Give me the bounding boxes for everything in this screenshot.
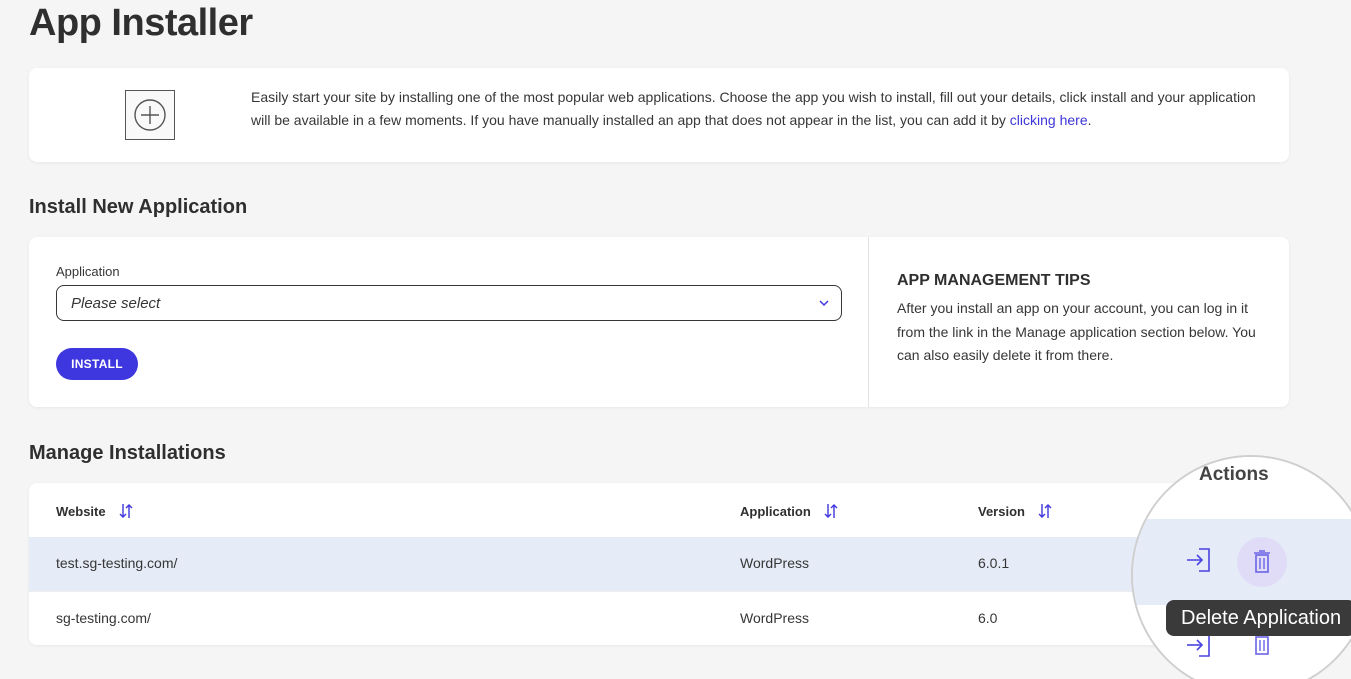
intro-text: Easily start your site by installing one… xyxy=(251,86,1261,132)
column-label-application: Application xyxy=(740,503,811,519)
version-cell: 6.0 xyxy=(978,610,998,626)
website-cell: test.sg-testing.com/ xyxy=(56,555,178,571)
application-select[interactable]: Please select xyxy=(56,285,842,321)
manage-section-title: Manage Installations xyxy=(29,442,226,464)
chevron-down-icon xyxy=(819,300,829,307)
table-row: test.sg-testing.com/ WordPress 6.0.1 xyxy=(29,537,1315,591)
intro-card: Easily start your site by installing one… xyxy=(29,68,1289,162)
column-header-application[interactable]: Application xyxy=(740,502,839,520)
tips-title: APP MANAGEMENT TIPS xyxy=(897,272,1091,289)
sort-icon[interactable] xyxy=(118,502,134,520)
intro-description: Easily start your site by installing one… xyxy=(251,89,1256,128)
installations-table: Website Application Version test.sg-test… xyxy=(29,483,1315,645)
application-field-label: Application xyxy=(56,264,120,279)
intro-text-end: . xyxy=(1087,112,1092,128)
page-title: App Installer xyxy=(29,2,253,44)
sort-icon[interactable] xyxy=(823,502,839,520)
column-label-actions: Actions xyxy=(1199,464,1269,485)
install-button[interactable]: INSTALL xyxy=(56,348,138,380)
sort-icon[interactable] xyxy=(1037,502,1053,520)
application-cell: WordPress xyxy=(740,610,809,626)
install-card: Application Please select INSTALL APP MA… xyxy=(29,237,1289,407)
column-label-version: Version xyxy=(978,503,1025,519)
column-header-website[interactable]: Website xyxy=(56,502,134,520)
delete-tooltip: Delete Application xyxy=(1166,600,1351,636)
table-row: sg-testing.com/ WordPress 6.0 xyxy=(29,591,1315,645)
version-cell: 6.0.1 xyxy=(978,555,1010,571)
column-label-website: Website xyxy=(56,503,106,519)
install-form: Application Please select INSTALL xyxy=(29,237,869,407)
actions-header: Actions xyxy=(1133,457,1351,519)
plus-circle-icon xyxy=(125,90,175,140)
login-icon[interactable] xyxy=(1183,545,1213,575)
application-cell: WordPress xyxy=(740,555,809,571)
tips-text: After you install an app on your account… xyxy=(897,300,1256,363)
install-section-title: Install New Application xyxy=(29,196,248,218)
magnifier-callout: Actions xyxy=(1131,455,1351,679)
select-value: Please select xyxy=(71,295,161,312)
column-header-version[interactable]: Version xyxy=(978,502,1053,520)
trash-icon[interactable] xyxy=(1248,548,1276,576)
website-cell: sg-testing.com/ xyxy=(56,610,151,626)
add-app-link[interactable]: clicking here xyxy=(1010,112,1088,128)
